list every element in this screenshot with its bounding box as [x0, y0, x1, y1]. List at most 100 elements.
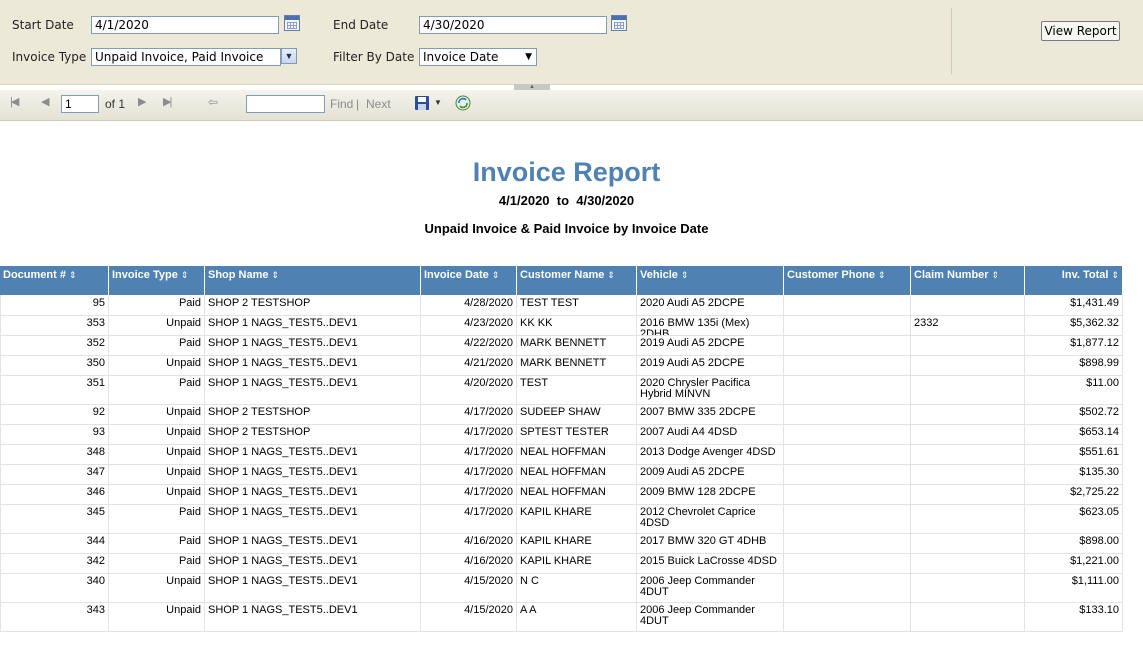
report-subtitle: Unpaid Invoice & Paid Invoice by Invoice…	[424, 221, 709, 236]
cell-invoice-date: 4/16/2020	[421, 553, 517, 573]
table-row: 340 Unpaid SHOP 1 NAGS_TEST5..DEV1 4/15/202…	[0, 573, 1123, 603]
last-page-icon[interactable]: ▶|	[163, 95, 172, 108]
sort-icon[interactable]: ⇕	[992, 270, 1000, 281]
cell-inv-total: $1,431.49	[1025, 295, 1123, 315]
cell-invoice-date: 4/28/2020	[421, 295, 517, 315]
cell-invoice-type: Unpaid	[109, 424, 205, 444]
start-date-label: Start Date	[12, 18, 74, 32]
start-date-calendar-icon[interactable]	[284, 15, 300, 31]
cell-claim-number	[911, 375, 1025, 404]
column-header-vehicle[interactable]: Vehicle ⇕	[637, 266, 784, 295]
cell-invoice-type: Unpaid	[109, 573, 205, 602]
cell-claim-number	[911, 295, 1025, 315]
find-text-input[interactable]	[246, 95, 325, 113]
end-date-input[interactable]: 4/30/2020	[419, 16, 607, 34]
cell-document: 345	[0, 504, 109, 533]
sort-icon[interactable]: ⇕	[1111, 270, 1119, 281]
column-header-customer-phone[interactable]: Customer Phone ⇕	[784, 266, 911, 295]
cell-inv-total: $502.72	[1025, 404, 1123, 424]
column-header-inv-total[interactable]: Inv. Total ⇕	[1025, 266, 1123, 295]
previous-page-icon[interactable]: ◀	[41, 95, 49, 108]
sort-icon[interactable]: ⇕	[492, 270, 500, 281]
cell-vehicle: 2015 Buick LaCrosse 4DSD	[637, 553, 784, 573]
cell-invoice-type: Paid	[109, 504, 205, 533]
sort-icon[interactable]: ⇕	[878, 270, 886, 281]
sort-icon[interactable]: ⇕	[181, 270, 189, 281]
cell-inv-total: $1,877.12	[1025, 335, 1123, 355]
table-row: 95 Paid SHOP 2 TESTSHOP 4/28/2020 TEST TEST 2…	[0, 295, 1123, 316]
cell-inv-total: $1,221.00	[1025, 553, 1123, 573]
back-to-parent-icon[interactable]: ⇦	[208, 95, 218, 109]
cell-invoice-date: 4/17/2020	[421, 404, 517, 424]
find-link[interactable]: Find	[330, 97, 353, 111]
export-dropdown-icon[interactable]: ▼	[434, 98, 442, 107]
end-date-calendar-icon[interactable]	[611, 15, 627, 31]
start-date-input[interactable]: 4/1/2020	[91, 16, 279, 34]
cell-document: 344	[0, 533, 109, 553]
column-header-label: Invoice Date	[424, 269, 489, 281]
cell-invoice-date: 4/16/2020	[421, 533, 517, 553]
column-header-label: Claim Number	[914, 269, 989, 281]
first-page-icon[interactable]: |◀	[10, 95, 19, 108]
cell-customer-phone	[784, 553, 911, 573]
column-header-label: Shop Name	[208, 269, 269, 281]
cell-customer-name: TEST	[517, 375, 637, 404]
cell-customer-name: N C	[517, 573, 637, 602]
sort-icon[interactable]: ⇕	[607, 270, 615, 281]
sort-icon[interactable]: ⇕	[681, 270, 689, 281]
table-row: 347 Unpaid SHOP 1 NAGS_TEST5..DEV1 4/17/202…	[0, 464, 1123, 485]
column-header-shop-name[interactable]: Shop Name ⇕	[205, 266, 421, 295]
cell-claim-number	[911, 602, 1025, 631]
sort-icon[interactable]: ⇕	[272, 270, 280, 281]
cell-shop-name: SHOP 1 NAGS_TEST5..DEV1	[205, 444, 421, 464]
cell-vehicle: 2006 Jeep Commander 4DUT	[637, 573, 784, 602]
cell-claim-number	[911, 335, 1025, 355]
column-header-customer-name[interactable]: Customer Name ⇕	[517, 266, 637, 295]
column-header-document[interactable]: Document # ⇕	[0, 266, 109, 295]
cell-claim-number	[911, 444, 1025, 464]
cell-invoice-type: Paid	[109, 295, 205, 315]
column-header-invoice-type[interactable]: Invoice Type ⇕	[109, 266, 205, 295]
cell-customer-name: KAPIL KHARE	[517, 533, 637, 553]
cell-inv-total: $5,362.32	[1025, 315, 1123, 335]
view-report-button[interactable]: View Report	[1041, 21, 1120, 41]
cell-document: 95	[0, 295, 109, 315]
cell-invoice-date: 4/17/2020	[421, 464, 517, 484]
divider	[951, 8, 952, 74]
next-page-icon[interactable]: ▶	[138, 95, 146, 108]
invoice-type-multiselect[interactable]: Unpaid Invoice, Paid Invoice	[91, 48, 281, 66]
find-next-link[interactable]: Next	[366, 97, 391, 111]
cell-claim-number	[911, 504, 1025, 533]
filter-by-date-select[interactable]: Invoice Date ▼	[419, 48, 537, 66]
cell-customer-name: MARK BENNETT	[517, 335, 637, 355]
filter-by-date-label: Filter By Date	[333, 50, 415, 64]
cell-claim-number	[911, 533, 1025, 553]
column-header-invoice-date[interactable]: Invoice Date ⇕	[421, 266, 517, 295]
cell-vehicle: 2007 Audi A4 4DSD	[637, 424, 784, 444]
filter-by-date-value: Invoice Date	[423, 50, 499, 64]
refresh-icon[interactable]	[455, 95, 471, 111]
cell-document: 351	[0, 375, 109, 404]
cell-document: 92	[0, 404, 109, 424]
column-header-claim-number[interactable]: Claim Number ⇕	[911, 266, 1025, 295]
current-page-input[interactable]: 1	[61, 95, 99, 113]
export-save-icon[interactable]	[414, 95, 430, 111]
sort-icon[interactable]: ⇕	[69, 270, 77, 281]
cell-customer-name: NEAL HOFFMAN	[517, 484, 637, 504]
cell-document: 342	[0, 553, 109, 573]
cell-shop-name: SHOP 1 NAGS_TEST5..DEV1	[205, 533, 421, 553]
cell-shop-name: SHOP 1 NAGS_TEST5..DEV1	[205, 375, 421, 404]
column-header-label: Invoice Type	[112, 269, 178, 281]
cell-document: 347	[0, 464, 109, 484]
cell-shop-name: SHOP 1 NAGS_TEST5..DEV1	[205, 553, 421, 573]
cell-customer-phone	[784, 533, 911, 553]
chevron-down-icon[interactable]: ▼	[281, 48, 297, 64]
cell-claim-number: 2332	[911, 315, 1025, 335]
cell-customer-phone	[784, 464, 911, 484]
cell-shop-name: SHOP 1 NAGS_TEST5..DEV1	[205, 335, 421, 355]
cell-inv-total: $898.00	[1025, 533, 1123, 553]
cell-vehicle: 2016 BMW 135i (Mex) 2DHB	[637, 315, 784, 335]
cell-shop-name: SHOP 1 NAGS_TEST5..DEV1	[205, 504, 421, 533]
cell-customer-name: KK KK	[517, 315, 637, 335]
cell-customer-phone	[784, 424, 911, 444]
